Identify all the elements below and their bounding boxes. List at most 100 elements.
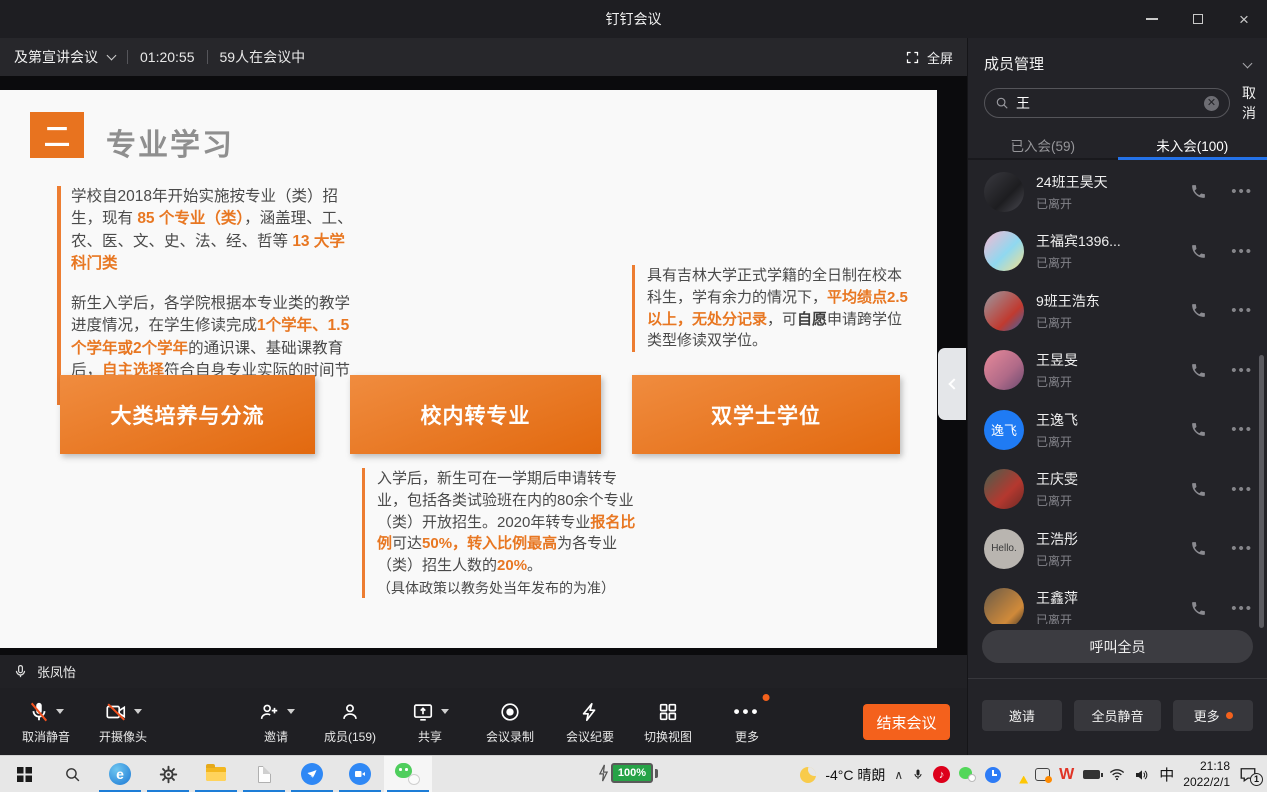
search-input[interactable] (1016, 95, 1197, 111)
member-more-button[interactable]: ••• (1231, 481, 1253, 498)
battery-nub (655, 769, 658, 778)
tray-microphone-icon[interactable] (912, 767, 924, 782)
call-all-button[interactable]: 呼叫全员 (982, 630, 1253, 663)
member-row[interactable]: Hello.王浩彤已离开••• (984, 519, 1257, 579)
chevron-down-icon (134, 709, 142, 714)
collapse-sidebar-handle[interactable] (938, 348, 966, 420)
avatar (984, 469, 1024, 509)
toolbar-button-invite[interactable]: 邀请 (257, 698, 295, 745)
screen-capture-icon[interactable] (1035, 768, 1050, 781)
phone-call-button[interactable] (1190, 540, 1207, 557)
taskbar-settings-button[interactable] (144, 756, 192, 792)
active-speaker-name: 张凤怡 (37, 662, 76, 681)
member-row[interactable]: 24班王昊天已离开••• (984, 162, 1257, 222)
phone-call-button[interactable] (1190, 183, 1207, 200)
panel-button-invite[interactable]: 邀请 (982, 700, 1062, 731)
layout-icon (644, 698, 692, 725)
netease-music-icon[interactable]: ♪ (933, 766, 950, 783)
scrollbar[interactable] (1259, 355, 1264, 628)
settings-gear-icon (159, 765, 178, 784)
close-icon: × (1239, 11, 1249, 28)
toolbar-button-members[interactable]: 成员(159) (324, 698, 376, 745)
member-more-button[interactable]: ••• (1231, 302, 1253, 319)
alarm-clock-icon[interactable] (985, 767, 1001, 783)
minimize-button[interactable] (1129, 0, 1175, 38)
dingtalk-meeting-window: 钉钉会议 × 及第宣讲会议 01:20:55 59人在会议中 全屏 (0, 0, 1267, 792)
taskbar-edge-button[interactable]: e (96, 756, 144, 792)
toolbar-label: 成员(159) (324, 728, 376, 745)
toolbar-button-more[interactable]: •••更多 (734, 698, 761, 745)
taskbar-dingtalk-button[interactable] (288, 756, 336, 792)
toolbar-label: 共享 (411, 728, 449, 745)
member-more-button[interactable]: ••• (1231, 540, 1253, 557)
volume-icon[interactable] (1134, 768, 1150, 782)
file-explorer-icon (206, 767, 226, 781)
toolbar-button-layout[interactable]: 切换视图 (644, 698, 692, 745)
member-more-button[interactable]: ••• (1231, 362, 1253, 379)
clear-search-icon[interactable]: ✕ (1204, 96, 1219, 111)
toolbar-button-share[interactable]: 共享 (411, 698, 449, 745)
phone-call-button[interactable] (1190, 302, 1207, 319)
taskbar-start-button[interactable] (0, 756, 48, 792)
slide-paragraph: 具有吉林大学正式学籍的全日制在校本科生，学有余力的情况下，平均绩点2.5以上，无… (647, 265, 914, 352)
toolbar-button-record[interactable]: 会议录制 (486, 698, 534, 745)
warning-triangle-icon (1019, 776, 1028, 784)
mic-muted-icon (22, 698, 70, 725)
moon-weather-icon[interactable] (800, 767, 816, 783)
search-box[interactable]: ✕ (984, 88, 1230, 118)
wps-icon[interactable]: W (1059, 766, 1074, 784)
taskbar-notepad-button[interactable] (240, 756, 288, 792)
maximize-button[interactable] (1175, 0, 1221, 38)
toolbar-button-camera-off[interactable]: 开摄像头 (99, 698, 147, 745)
panel-button-more[interactable]: 更多 (1173, 700, 1253, 731)
member-text: 王浩彤已离开 (1036, 529, 1190, 569)
member-row[interactable]: 9班王浩东已离开••• (984, 281, 1257, 341)
member-more-button[interactable]: ••• (1231, 600, 1253, 617)
phone-call-button[interactable] (1190, 481, 1207, 498)
slide-note: （具体政策以教务处当年发布的为准） (377, 578, 644, 598)
chevron-down-icon[interactable] (107, 51, 117, 61)
clock-date[interactable]: 21:18 2022/2/1 (1183, 759, 1230, 790)
member-more-button[interactable]: ••• (1231, 421, 1253, 438)
close-button[interactable]: × (1221, 0, 1267, 38)
member-row[interactable]: 王鑫萍已离开••• (984, 579, 1257, 625)
chevron-down-icon[interactable] (1243, 58, 1253, 68)
member-row[interactable]: 王福宾1396...已离开••• (984, 222, 1257, 282)
member-more-button[interactable]: ••• (1231, 183, 1253, 200)
toolbar-label: 开摄像头 (99, 728, 147, 745)
chevron-down-icon (441, 709, 449, 714)
toolbar-button-mic-muted[interactable]: 取消静音 (22, 698, 70, 745)
end-meeting-button[interactable]: 结束会议 (863, 704, 950, 740)
phone-call-button[interactable] (1190, 600, 1207, 617)
hidden-icons-chevron[interactable]: ∧ (894, 768, 903, 782)
wechat-tray-icon[interactable] (959, 767, 976, 782)
taskbar-wechat-button[interactable] (384, 756, 432, 792)
member-row[interactable]: 王庆雯已离开••• (984, 460, 1257, 520)
fullscreen-button[interactable]: 全屏 (905, 48, 953, 67)
taskbar-search-button[interactable] (48, 756, 96, 792)
member-row[interactable]: 逸飞王逸飞已离开••• (984, 400, 1257, 460)
ime-indicator[interactable]: 中 (1159, 764, 1174, 785)
taskbar-meeting-cam-button[interactable] (336, 756, 384, 792)
tab-joined[interactable]: 已入会(59) (968, 130, 1118, 158)
phone-call-button[interactable] (1190, 243, 1207, 260)
meeting-content-column: 及第宣讲会议 01:20:55 59人在会议中 全屏 二 专业学习 学校自201… (0, 38, 967, 755)
phone-call-button[interactable] (1190, 421, 1207, 438)
member-row[interactable]: 王昱旻已离开••• (984, 341, 1257, 401)
toolbar-button-minutes[interactable]: 会议纪要 (566, 698, 614, 745)
cancel-search-button[interactable]: 取消 (1242, 83, 1256, 123)
meeting-name[interactable]: 及第宣讲会议 (14, 47, 98, 67)
weather-text[interactable]: -4°C 晴朗 (825, 765, 885, 785)
tab-not-joined[interactable]: 未入会(100) (1118, 130, 1267, 158)
taskbar-explorer-button[interactable] (192, 756, 240, 792)
member-more-button[interactable]: ••• (1231, 243, 1253, 260)
action-center-icon[interactable]: 1 (1239, 766, 1259, 784)
windows-logo-icon (17, 767, 32, 782)
phone-call-button[interactable] (1190, 362, 1207, 379)
wifi-icon[interactable] (1109, 768, 1125, 781)
defender-shield-icon[interactable] (1010, 767, 1026, 783)
member-tabs: 已入会(59)未入会(100) (968, 130, 1267, 160)
panel-button-mute-all[interactable]: 全员静音 (1074, 700, 1162, 731)
tray-battery-icon[interactable] (1083, 770, 1100, 779)
window-controls: × (1129, 0, 1267, 38)
